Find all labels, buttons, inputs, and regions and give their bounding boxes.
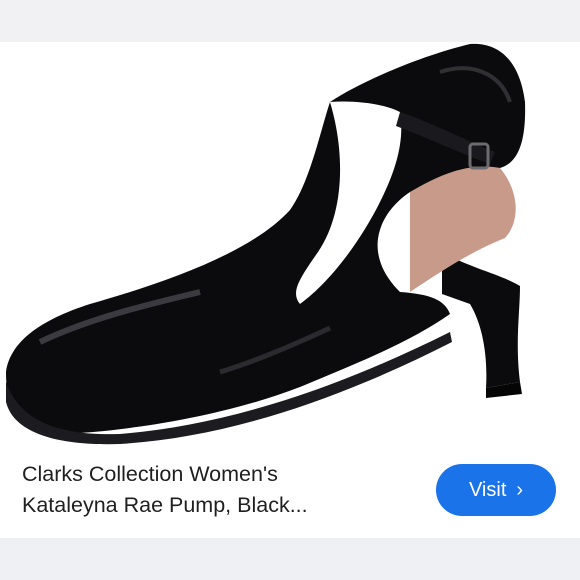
heel (442, 252, 520, 388)
visit-button-label: Visit (468, 478, 507, 501)
product-title-line-2: Kataleyna Rae Pump, Black... (22, 493, 308, 517)
bottom-band (0, 538, 580, 580)
top-band (0, 0, 580, 42)
product-title-line-1: Clarks Collection Women's (22, 462, 278, 486)
visit-button[interactable]: Visit › (436, 464, 556, 516)
product-image[interactable] (0, 42, 580, 450)
shoe-illustration (6, 43, 526, 445)
product-caption[interactable]: Clarks Collection Women's Kataleyna Rae … (22, 459, 422, 521)
chevron-right-icon: › (516, 478, 524, 501)
truncated-source-line (22, 530, 402, 538)
